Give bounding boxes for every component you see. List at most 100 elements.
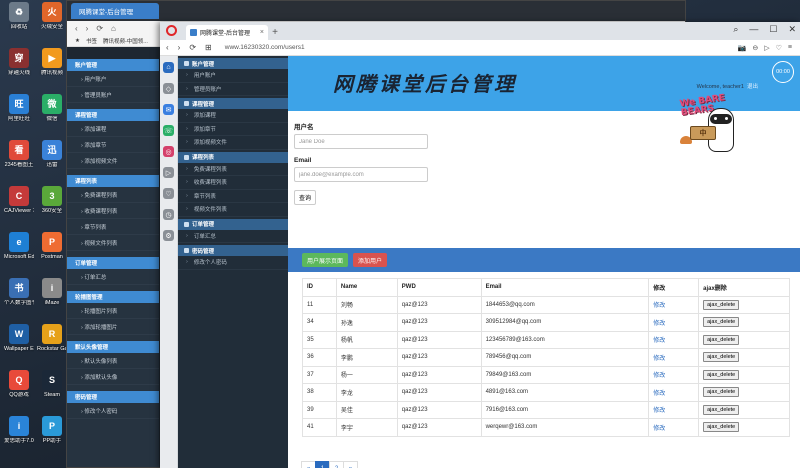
browser-tab[interactable]: 网腾课堂-后台管理 × [186, 25, 268, 40]
back-sidebar-item[interactable]: › 章节列表 [67, 219, 159, 235]
whatsapp-icon[interactable]: ☏ [163, 125, 174, 136]
maximize-button[interactable]: ☐ [769, 24, 777, 35]
edit-link[interactable]: 修改 [653, 303, 665, 309]
page-1[interactable]: 1 [315, 461, 330, 468]
back-sidebar-section[interactable]: 订单管理 [67, 257, 159, 269]
back-sidebar-section[interactable]: 轮播图管理 [67, 291, 159, 303]
sidebar-item[interactable]: › 修改个人密码 [178, 256, 288, 270]
desktop-icon[interactable]: i 爱思助手7.0 [4, 416, 34, 444]
logout-link[interactable]: 退出 [747, 84, 758, 90]
sidebar-item[interactable]: › 章节列表 [178, 190, 288, 203]
forward-button[interactable]: › [178, 43, 181, 52]
sidebar-section-2[interactable]: 课程列表 [178, 151, 288, 163]
ajax-delete-button[interactable]: ajax_delete [703, 404, 740, 415]
edit-link[interactable]: 修改 [653, 356, 665, 362]
sidebar-item[interactable]: › 订单汇总 [178, 230, 288, 243]
back-sidebar-section[interactable]: 课程管理 [67, 109, 159, 121]
desktop-icon[interactable]: 3 360安全 [37, 186, 67, 214]
sidebar-section-1[interactable]: 课程管理 [178, 98, 288, 109]
page-2[interactable]: 2 [329, 461, 344, 468]
sidebar-section-3[interactable]: 订单管理 [178, 218, 288, 230]
url-field[interactable]: www.16230320.com/users1 [225, 44, 305, 51]
back-icon[interactable]: ‹ [75, 24, 78, 33]
edit-link[interactable]: 修改 [653, 338, 665, 344]
ajax-delete-button[interactable]: ajax_delete [703, 387, 740, 398]
back-browser-tab[interactable]: 网腾课堂-后台管理 [71, 3, 159, 19]
back-sidebar-item[interactable]: › 用户账户 [67, 71, 159, 87]
speed-dial-icon[interactable]: ⊞ [205, 43, 212, 52]
sidebar-item[interactable]: › 用户账户 [178, 69, 288, 83]
back-sidebar-section[interactable]: 课程列表 [67, 175, 159, 187]
ajax-delete-button[interactable]: ajax_delete [703, 334, 740, 345]
back-sidebar-section[interactable]: 默认头像管理 [67, 341, 159, 353]
history-icon[interactable]: ◷ [163, 209, 174, 220]
page-next[interactable]: » [343, 461, 358, 468]
bookmark-item[interactable]: 腾讯视频-中国领... [103, 37, 148, 45]
menu-icon[interactable]: ≡ [788, 44, 792, 52]
desktop-icon[interactable]: ♻ 回收站 [4, 2, 34, 30]
back-sidebar-item[interactable]: › 添加章节 [67, 137, 159, 153]
desktop-icon[interactable]: 微微信 [37, 94, 67, 122]
edit-link[interactable]: 修改 [653, 426, 665, 432]
ajax-delete-button[interactable]: ajax_delete [703, 422, 740, 433]
back-sidebar-item[interactable]: › 轮播图片列表 [67, 303, 159, 319]
desktop-icon[interactable]: Q QQ游戏 [4, 370, 34, 398]
desktop-icon[interactable]: 穿穿越火线 [4, 48, 34, 76]
desktop-icon[interactable]: C CAJViewer 7.3 [4, 186, 34, 214]
messenger-icon[interactable]: ✉ [163, 104, 174, 115]
diamond-icon[interactable]: ◇ [163, 83, 174, 94]
back-sidebar-item[interactable]: › 收费课程列表 [67, 203, 159, 219]
bookmark-heart-icon[interactable]: ♡ [776, 44, 782, 52]
ajax-delete-button[interactable]: ajax_delete [703, 369, 740, 380]
sidebar-section-0[interactable]: 账户管理 [178, 58, 288, 69]
desktop-icon[interactable]: 看 2345看图王 [4, 140, 34, 168]
desktop-icon[interactable]: W Wallpaper Engine [4, 324, 34, 352]
back-sidebar-item[interactable]: › 添加视频文件 [67, 153, 159, 169]
sidebar-section-4[interactable]: 密码管理 [178, 245, 288, 256]
share-icon[interactable]: ▷ [764, 44, 769, 52]
home-icon[interactable]: ⌂ [111, 24, 116, 33]
page-prev[interactable]: « [301, 461, 316, 468]
sidebar-item[interactable]: › 视频文件列表 [178, 203, 288, 217]
edit-link[interactable]: 修改 [653, 391, 665, 397]
desktop-icon[interactable]: 迅迅雷 [37, 140, 67, 168]
ajax-delete-button[interactable]: ajax_delete [703, 299, 740, 310]
sidebar-item[interactable]: › 添加章节 [178, 123, 288, 136]
home-icon[interactable]: ⌂ [163, 62, 174, 73]
sidebar-item[interactable]: › 添加课程 [178, 109, 288, 123]
minimize-button[interactable]: — [749, 24, 758, 35]
query-button[interactable]: 查询 [294, 190, 317, 205]
back-sidebar-section[interactable]: 密码管理 [67, 391, 159, 403]
back-sidebar-item[interactable]: › 修改个人密码 [67, 403, 159, 419]
sidebar-item[interactable]: › 添加视频文件 [178, 136, 288, 150]
adblock-icon[interactable]: ⊖ [752, 44, 758, 52]
ajax-delete-button[interactable]: ajax_delete [703, 317, 740, 328]
send-icon[interactable]: ▷ [163, 167, 174, 178]
back-sidebar-item[interactable]: › 添加轮播图片 [67, 319, 159, 335]
tab-close-icon[interactable]: × [260, 29, 264, 36]
desktop-icon[interactable]: P Postman [37, 232, 67, 260]
desktop-icon[interactable]: P PP助手 [37, 416, 67, 444]
username-input[interactable] [294, 134, 428, 149]
reload-button[interactable]: ⟳ [189, 43, 196, 52]
back-sidebar-item[interactable]: › 订单汇总 [67, 269, 159, 285]
new-tab-button[interactable]: + [268, 25, 282, 40]
desktop-icon[interactable]: S Steam [37, 370, 67, 398]
back-sidebar-item[interactable]: › 管理员账户 [67, 87, 159, 103]
instagram-icon[interactable]: ◎ [163, 146, 174, 157]
back-button[interactable]: ‹ [166, 43, 169, 52]
email-input[interactable] [294, 167, 428, 182]
back-sidebar-item[interactable]: › 添加课程 [67, 121, 159, 137]
desktop-icon[interactable]: 火火绒安全 [37, 2, 67, 30]
reload-icon[interactable]: ⟳ [96, 24, 103, 33]
back-sidebar-item[interactable]: › 视频文件列表 [67, 235, 159, 251]
back-sidebar-item[interactable]: › 默认头像列表 [67, 353, 159, 369]
show-users-button[interactable]: 用户展示页面 [302, 253, 349, 267]
sidebar-item[interactable]: › 管理员账户 [178, 83, 288, 96]
edit-link[interactable]: 修改 [653, 408, 665, 414]
forward-icon[interactable]: › [86, 24, 89, 33]
sidebar-item[interactable]: › 免费课程列表 [178, 163, 288, 176]
desktop-icon[interactable]: ▶ 腾讯视频 [37, 48, 67, 76]
desktop-icon[interactable]: R Rockstar Games [37, 324, 67, 352]
edit-link[interactable]: 修改 [653, 373, 665, 379]
